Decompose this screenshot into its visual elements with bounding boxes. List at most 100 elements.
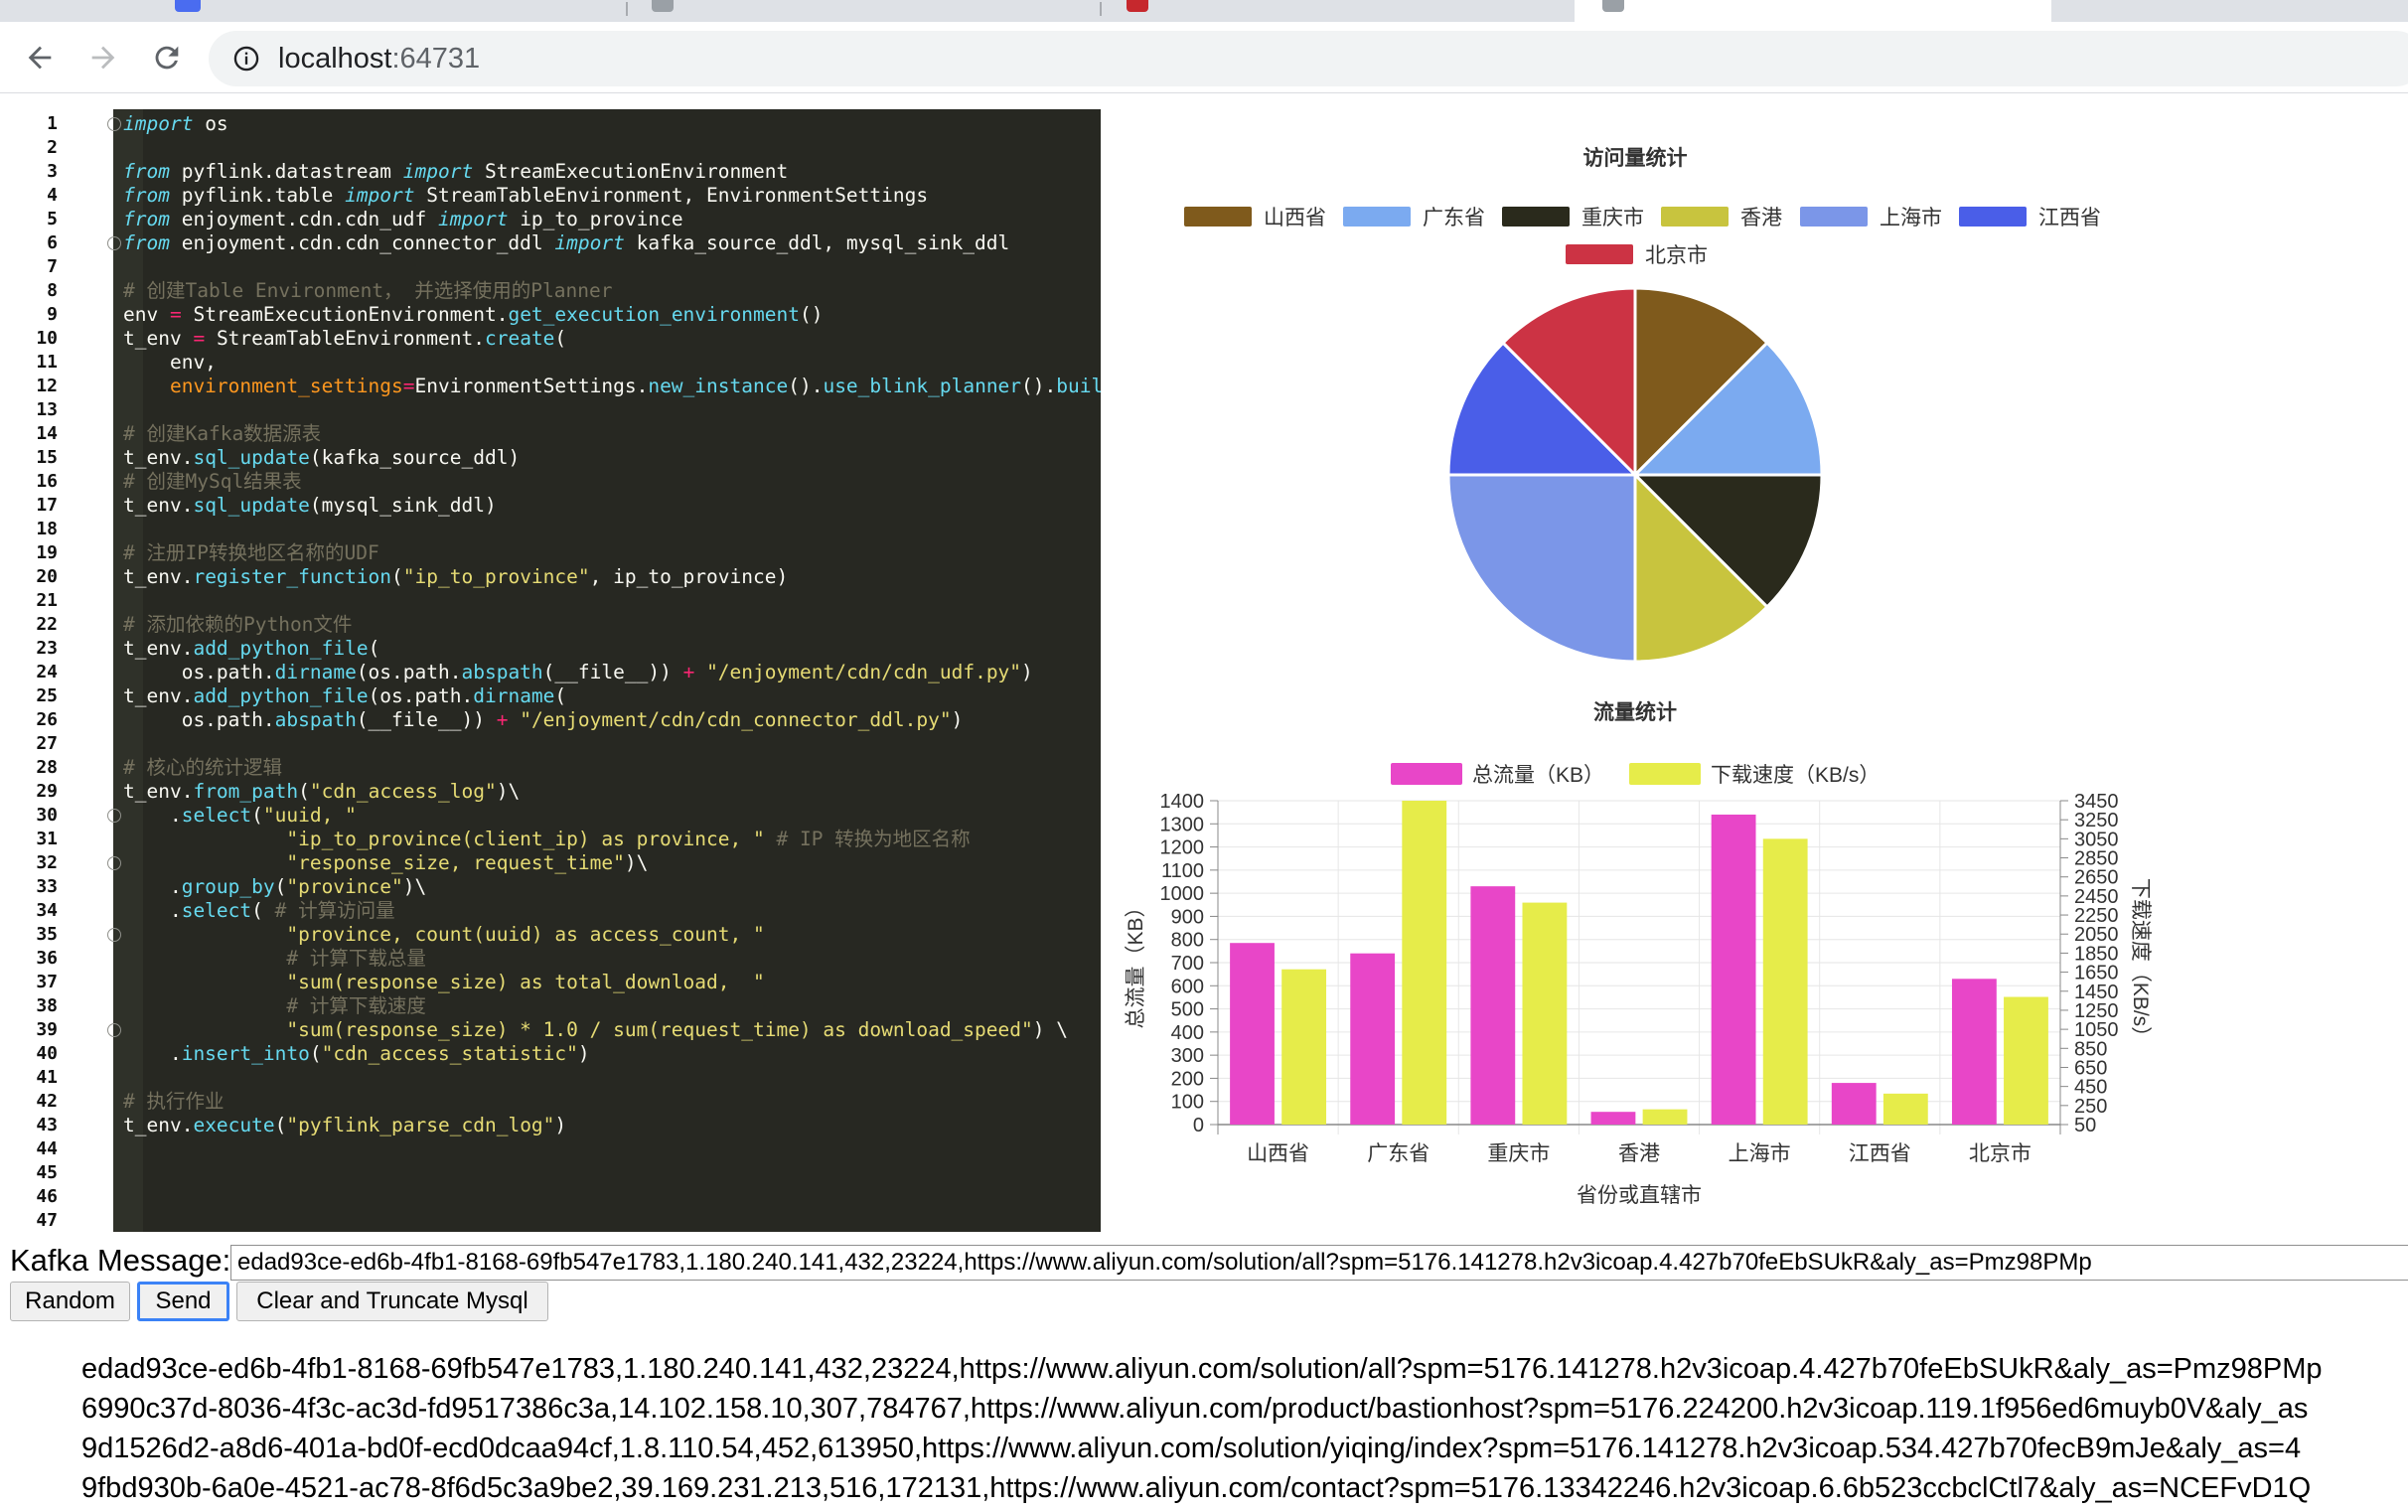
code-token: # 核心的统计逻辑 bbox=[123, 756, 282, 779]
line-number: 40 bbox=[36, 1043, 58, 1064]
y2-tick-label: 1050 bbox=[2074, 1019, 2119, 1041]
x-tick-label: 北京市 bbox=[1969, 1142, 2032, 1165]
line-number: 20 bbox=[36, 566, 58, 587]
fold-marker-icon[interactable] bbox=[107, 809, 121, 823]
y-tick-label: 900 bbox=[1171, 906, 1204, 928]
code-token: abspath bbox=[274, 708, 357, 731]
code-line: # 创建MySql结果表 bbox=[123, 470, 302, 494]
code-token: add_python_file bbox=[193, 637, 369, 660]
address-bar[interactable] bbox=[209, 31, 2408, 86]
list-item: 9d1526d2-a8d6-401a-bd0f-ecd0dcaa94cf,1.8… bbox=[81, 1429, 2408, 1468]
legend-swatch bbox=[1629, 763, 1701, 785]
y2-tick-label: 3450 bbox=[2074, 791, 2119, 813]
code-token: () bbox=[799, 303, 824, 326]
code-line: "sum(response_size) as total_download, " bbox=[123, 971, 764, 994]
kafka-message-input[interactable] bbox=[230, 1245, 2408, 1281]
line-number: 1 bbox=[47, 113, 58, 134]
line-number: 10 bbox=[36, 328, 58, 349]
code-token: ( bbox=[251, 804, 263, 827]
tab-active[interactable] bbox=[1575, 0, 2051, 22]
code-token: t_env. bbox=[123, 1114, 194, 1136]
list-item: edad93ce-ed6b-4fb1-8168-69fb547e1783,1.1… bbox=[81, 1349, 2408, 1389]
clear-truncate-mysql-button[interactable]: Clear and Truncate Mysql bbox=[236, 1282, 548, 1321]
code-token: )\ bbox=[624, 851, 649, 874]
code-token: add_python_file bbox=[193, 684, 369, 707]
line-number: 34 bbox=[36, 900, 58, 921]
code-token: (__file__)) bbox=[542, 661, 683, 683]
code-token: os.path. bbox=[123, 708, 275, 731]
y-tick-label: 1300 bbox=[1160, 814, 1205, 835]
line-number: 21 bbox=[36, 590, 58, 611]
code-token: "/enjoyment/cdn/cdn_udf.py" bbox=[706, 661, 1022, 683]
code-token: ( bbox=[554, 684, 567, 707]
code-token: use_blink_planner bbox=[823, 375, 1022, 397]
code-token: sql_update bbox=[193, 494, 310, 517]
code-token: "uuid, " bbox=[262, 804, 357, 827]
fold-marker-icon[interactable] bbox=[107, 928, 121, 942]
code-line: "ip_to_province(client_ip) as province, … bbox=[123, 828, 970, 851]
code-token: kafka_source_ddl, mysql_sink_ddl bbox=[624, 231, 1010, 254]
message-text: 9fbd930b-6a0e-4521-ac78-8f6d5c3a9be2,39.… bbox=[81, 1472, 2312, 1504]
code-token: enjoyment.cdn.cdn_connector_ddl bbox=[169, 231, 555, 254]
code-token: # 执行作业 bbox=[123, 1090, 225, 1113]
code-token: . bbox=[123, 875, 182, 898]
fold-marker-icon[interactable] bbox=[107, 856, 121, 870]
code-token: dirname bbox=[274, 661, 357, 683]
code-token: ( bbox=[391, 565, 403, 588]
line-number: 7 bbox=[47, 256, 58, 277]
line-number: 23 bbox=[36, 638, 58, 659]
code-token: "province, count(uuid) as access_count, … bbox=[286, 923, 765, 946]
code-token: sql_update bbox=[193, 446, 310, 469]
line-number: 39 bbox=[36, 1019, 58, 1040]
send-button[interactable]: Send bbox=[137, 1282, 229, 1321]
forward-button[interactable] bbox=[79, 34, 127, 81]
bar-download-speed bbox=[1642, 1109, 1688, 1125]
code-token: # 创建Kafka数据源表 bbox=[123, 422, 322, 445]
line-number: 47 bbox=[36, 1210, 58, 1231]
line-number: 25 bbox=[36, 685, 58, 706]
code-line: .group_by("province")\ bbox=[123, 875, 426, 899]
y2-tick-label: 2250 bbox=[2074, 905, 2119, 927]
line-number: 32 bbox=[36, 852, 58, 873]
y-tick-label: 0 bbox=[1193, 1115, 1204, 1136]
code-line: # 创建Kafka数据源表 bbox=[123, 422, 321, 446]
line-number: 37 bbox=[36, 972, 58, 992]
fold-marker-icon[interactable] bbox=[107, 236, 121, 250]
random-button[interactable]: Random bbox=[10, 1282, 130, 1321]
reload-button[interactable] bbox=[143, 34, 191, 81]
code-token: ) \ bbox=[1032, 1018, 1068, 1041]
fold-marker-icon[interactable] bbox=[107, 117, 121, 131]
code-line: t_env.add_python_file(os.path.dirname( bbox=[123, 684, 566, 708]
line-number: 28 bbox=[36, 757, 58, 778]
code-token: ( bbox=[368, 637, 380, 660]
bar-download-speed bbox=[1281, 969, 1327, 1125]
code-token: enjoyment.cdn.cdn_udf bbox=[169, 208, 438, 230]
info-icon[interactable] bbox=[232, 45, 260, 73]
back-button[interactable] bbox=[16, 34, 64, 81]
code-line: # 计算下载总量 bbox=[123, 947, 425, 971]
list-item: 6990c37d-8036-4f3c-ac3d-fd9517386c3a,14.… bbox=[81, 1389, 2408, 1429]
y-tick-label: 1200 bbox=[1160, 837, 1205, 859]
code-line: "sum(response_size) * 1.0 / sum(request_… bbox=[123, 1018, 1068, 1042]
code-token: (mysql_sink_ddl) bbox=[309, 494, 497, 517]
bar-total-traffic bbox=[1951, 979, 1997, 1125]
code-token: import bbox=[402, 160, 474, 183]
line-number: 22 bbox=[36, 614, 58, 635]
bar-total-traffic bbox=[1350, 953, 1396, 1125]
line-number: 41 bbox=[36, 1067, 58, 1088]
code-token: t_env. bbox=[123, 494, 194, 517]
legend-label: 北京市 bbox=[1645, 244, 1708, 267]
line-number: 18 bbox=[36, 519, 58, 539]
line-number: 3 bbox=[47, 161, 58, 182]
code-token: create bbox=[484, 327, 555, 350]
url-text[interactable]: localhost:64731 bbox=[278, 40, 480, 77]
tab-inactive[interactable] bbox=[2051, 0, 2408, 22]
y2-tick-label: 3050 bbox=[2074, 829, 2119, 850]
code-editor[interactable]: import os from pyflink.datastream import … bbox=[28, 109, 1101, 1232]
fold-marker-icon[interactable] bbox=[107, 1023, 121, 1037]
y-axis-label: 总流量（KB） bbox=[1125, 896, 1147, 1028]
code-token: )\ bbox=[496, 780, 521, 803]
y2-axis-label: 下载速度（KB/s） bbox=[2129, 878, 2152, 1047]
